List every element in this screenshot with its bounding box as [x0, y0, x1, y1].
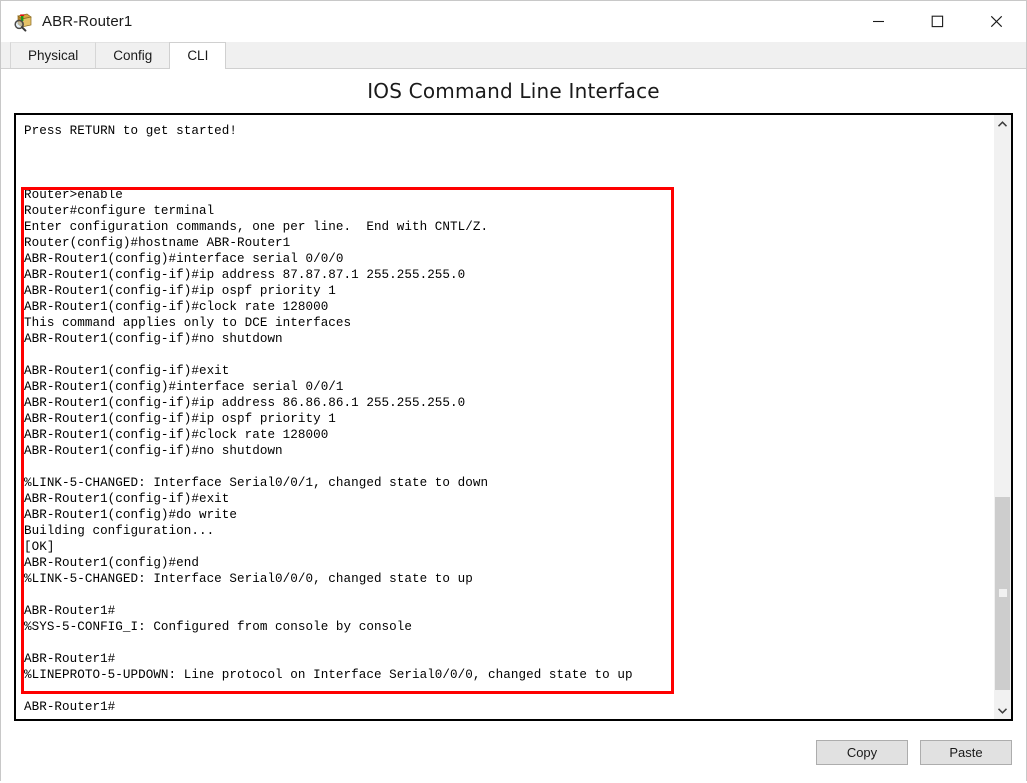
footer-button-bar: Copy Paste — [1, 721, 1026, 783]
cli-window: ABR-Router1 Physical Config CLI IOS Comm… — [0, 0, 1027, 783]
chevron-down-icon — [997, 707, 1008, 714]
tab-config[interactable]: Config — [95, 42, 171, 68]
page-title: IOS Command Line Interface — [367, 79, 660, 103]
tab-physical[interactable]: Physical — [10, 42, 97, 68]
packet-tracer-device-icon — [13, 12, 33, 32]
copy-button[interactable]: Copy — [816, 739, 908, 765]
scrollbar-thumb-grip — [998, 589, 1007, 598]
terminal-vertical-scrollbar[interactable] — [993, 115, 1011, 719]
tab-strip: Physical Config CLI — [1, 42, 1026, 69]
close-icon — [990, 15, 1003, 28]
scroll-down-button[interactable] — [994, 701, 1011, 719]
scrollbar-thumb[interactable] — [995, 496, 1010, 690]
window-title: ABR-Router1 — [42, 13, 133, 30]
scrollbar-track[interactable] — [994, 133, 1011, 701]
title-bar-left: ABR-Router1 — [1, 12, 132, 32]
terminal-text: Press RETURN to get started! Router>enab… — [24, 124, 633, 714]
window-controls — [849, 1, 1026, 42]
maximize-button[interactable] — [908, 1, 967, 42]
terminal-output-area[interactable]: Press RETURN to get started! Router>enab… — [16, 115, 993, 719]
close-button[interactable] — [967, 1, 1026, 42]
minimize-icon — [873, 20, 884, 23]
tab-cli[interactable]: CLI — [169, 42, 227, 69]
maximize-icon — [931, 15, 944, 28]
chevron-up-icon — [997, 120, 1008, 127]
paste-button[interactable]: Paste — [920, 739, 1012, 765]
terminal-frame: Press RETURN to get started! Router>enab… — [14, 113, 1013, 721]
scroll-up-button[interactable] — [994, 115, 1011, 133]
minimize-button[interactable] — [849, 1, 908, 42]
title-bar: ABR-Router1 — [1, 1, 1026, 42]
cli-panel: IOS Command Line Interface Press RETURN … — [1, 69, 1026, 783]
